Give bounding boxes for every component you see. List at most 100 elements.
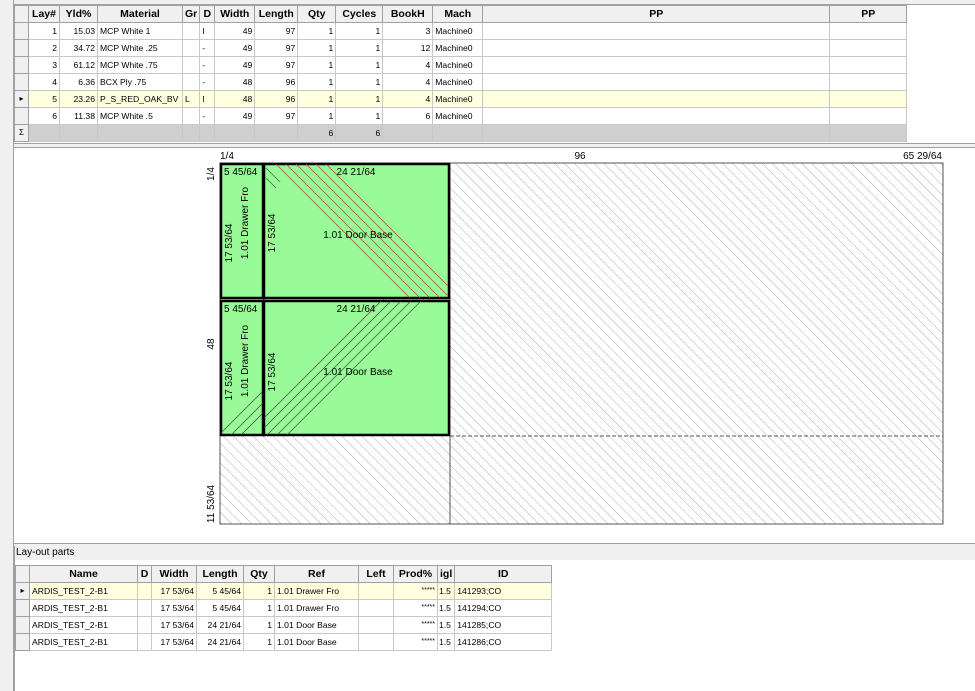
col-header-qty[interactable]: Qty [297,5,337,23]
layouts-grid[interactable]: Lay# Yld% Material Gr D Width Length Qty Cycles B… [14,5,975,143]
cell-qty[interactable]: 1 [297,22,337,40]
part-cell-d[interactable] [137,582,152,600]
part-cell-length[interactable]: 24 21/64 [196,633,244,651]
parts-col-header-left[interactable]: Left [358,565,394,583]
cell-length[interactable]: 97 [254,107,299,125]
cell-mach[interactable]: Machine0 [432,107,484,125]
part-row[interactable]: ARDIS_TEST_2-B1 17 53/64 24 21/64 1 1.01 Doo… [15,633,553,651]
cell-qty[interactable]: 1 [297,90,337,108]
part-cell-igl[interactable]: 1.5 [436,599,456,617]
part-cell-ref[interactable]: 1.01 Door Base [274,633,359,651]
part-cell-name[interactable]: ARDIS_TEST_2-B1 [29,599,138,617]
part-cell-d[interactable] [137,616,152,634]
cell-cycles[interactable]: 1 [335,90,384,108]
cell-pp2[interactable] [829,90,908,108]
parts-col-header-igl[interactable]: igl [436,565,456,583]
cell-material[interactable]: MCP White .25 [97,39,183,57]
cell-width[interactable]: 49 [214,39,256,57]
cell-pp1[interactable] [482,107,831,125]
part-cell-qty[interactable]: 1 [243,616,275,634]
cell-mach[interactable]: Machine0 [432,56,484,74]
part-cell-igl[interactable]: 1.5 [436,616,456,634]
cell-qty[interactable]: 1 [297,73,337,91]
cell-gr[interactable] [181,107,201,125]
col-header-pp-1[interactable]: PP [482,5,831,23]
cell-gr[interactable] [181,39,201,57]
part-cell-d[interactable] [137,599,152,617]
cell-pp2[interactable] [829,56,908,74]
parts-col-header-prod[interactable]: Prod% [393,565,438,583]
part-cell-igl[interactable]: 1.5 [436,582,456,600]
cell-width[interactable]: 49 [214,107,256,125]
part-cell-width[interactable]: 17 53/64 [151,633,197,651]
part-cell-qty[interactable]: 1 [243,599,275,617]
cell-length[interactable]: 97 [254,22,299,40]
cell-length[interactable]: 97 [254,39,299,57]
cell-lay[interactable]: 1 [28,22,60,40]
part-cell-width[interactable]: 17 53/64 [151,582,197,600]
part-cell-name[interactable]: ARDIS_TEST_2-B1 [29,582,138,600]
cell-length[interactable]: 96 [254,73,299,91]
layout-row[interactable]: 1 15.03 MCP White 1 I 49 97 1 1 3 Machine0 [14,22,908,40]
cell-mach[interactable]: Machine0 [432,90,484,108]
part-cell-left[interactable] [358,616,394,634]
cell-yld[interactable]: 11.38 [59,107,98,125]
cell-qty[interactable]: 1 [297,56,337,74]
cell-d[interactable]: - [199,107,216,125]
cell-yld[interactable]: 15.03 [59,22,98,40]
parts-col-header-id[interactable]: ID [454,565,553,583]
cell-pp2[interactable] [829,39,908,57]
part-row[interactable]: ARDIS_TEST_2-B1 17 53/64 5 45/64 1 1.01 Draw… [15,599,553,617]
cell-gr[interactable]: L [181,90,201,108]
part-cell-d[interactable] [137,633,152,651]
part-cell-prod[interactable]: ***** [393,616,438,634]
cell-length[interactable]: 97 [254,56,299,74]
parts-grid[interactable]: Name D Width Length Qty Ref Left Prod% igl ID ▸ AR… [15,565,553,651]
cell-yld[interactable]: 34.72 [59,39,98,57]
part-cell-ref[interactable]: 1.01 Drawer Fro [274,599,359,617]
layout-row[interactable]: 6 11.38 MCP White .5-49 97 1 1 6 Machine0 [14,107,908,125]
col-header-yld[interactable]: Yld% [59,5,98,23]
cell-qty[interactable]: 1 [297,107,337,125]
col-header-mach[interactable]: Mach [432,5,484,23]
part-cell-name[interactable]: ARDIS_TEST_2-B1 [29,616,138,634]
part-cell-length[interactable]: 5 45/64 [196,582,244,600]
part-cell-id[interactable]: 141294;CO [454,599,553,617]
parts-col-header-width[interactable]: Width [151,565,197,583]
cell-cycles[interactable]: 1 [335,56,384,74]
part-cell-igl[interactable]: 1.5 [436,633,456,651]
cell-pp1[interactable] [482,73,831,91]
cell-gr[interactable] [181,73,201,91]
layout-drawing[interactable]: 5 45/64 24 21/64 5 45/64 24 21/64 17 53/… [14,148,975,543]
layout-row[interactable]: ▸ 5 23.26 P_S_RED_OAK_BV L I 48 96 1 1 4 Machine0 [14,90,908,108]
col-header-width[interactable]: Width [214,5,256,23]
cell-material[interactable]: MCP White .75 [97,56,183,74]
cell-width[interactable]: 48 [214,90,256,108]
cell-mach[interactable]: Machine0 [432,22,484,40]
part-cell-prod[interactable]: ***** [393,633,438,651]
cell-pp1[interactable] [482,22,831,40]
cell-d[interactable]: - [199,56,216,74]
part-cell-id[interactable]: 141293;CO [454,582,553,600]
cell-material[interactable]: MCP White 1 [97,22,183,40]
part-cell-id[interactable]: 141286;CO [454,633,553,651]
cell-lay[interactable]: 5 [28,90,60,108]
col-header-pp-2[interactable]: PP [829,5,908,23]
part-row-selector[interactable]: ▸ [15,582,30,600]
cell-width[interactable]: 49 [214,56,256,74]
part-row-selector[interactable] [15,599,30,617]
layout-drawing-canvas[interactable]: 5 45/64 24 21/64 5 45/64 24 21/64 17 53/… [14,148,975,543]
cell-lay[interactable]: 6 [28,107,60,125]
part-cell-ref[interactable]: 1.01 Door Base [274,616,359,634]
row-selector[interactable] [14,39,29,57]
cell-bookh[interactable]: 6 [382,107,434,125]
cell-d[interactable]: - [199,39,216,57]
layouts-table[interactable]: Lay# Yld% Material Gr D Width Length Qty Cycles B… [14,5,908,142]
part-row[interactable]: ARDIS_TEST_2-B1 17 53/64 24 21/64 1 1.01 Doo… [15,616,553,634]
cell-d[interactable]: I [199,90,216,108]
part-row-selector[interactable] [15,633,30,651]
part-row-selector[interactable] [15,616,30,634]
cell-gr[interactable] [181,56,201,74]
col-header-lay[interactable]: Lay# [28,5,60,23]
row-selector[interactable] [14,73,29,91]
